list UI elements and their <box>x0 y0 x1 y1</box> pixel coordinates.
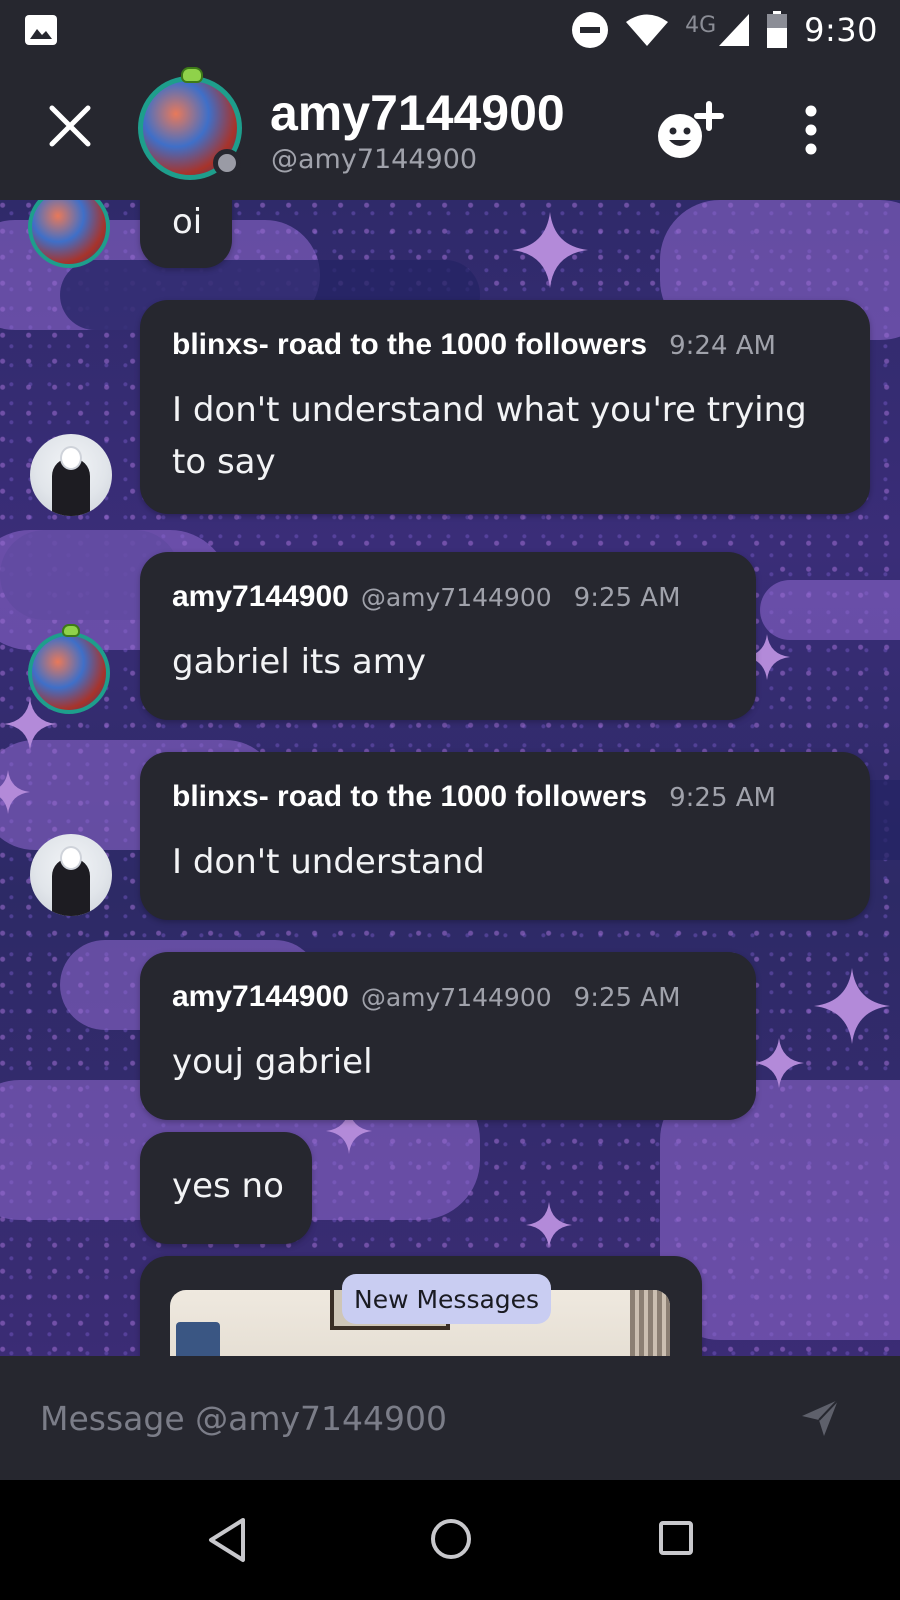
message-text: youj gabriel <box>172 1042 373 1082</box>
contact-name[interactable]: amy7144900 <box>270 84 565 142</box>
battery-icon <box>767 11 788 48</box>
message-meta: amy7144900 @amy7144900 9:25 AM <box>172 980 681 1014</box>
message-author[interactable]: blinxs- road to the 1000 followers <box>172 328 647 362</box>
signal-icon <box>719 14 750 46</box>
message-meta: amy7144900 @amy7144900 9:25 AM <box>172 580 681 614</box>
message-composer <box>0 1356 900 1480</box>
frog-decoration-icon <box>181 67 203 83</box>
sparkle-icon <box>526 1202 572 1248</box>
recents-icon[interactable] <box>658 1520 694 1556</box>
message-author[interactable]: blinxs- road to the 1000 followers <box>172 780 647 814</box>
status-time: 9:30 <box>804 11 878 49</box>
message-author-handle: @amy7144900 <box>360 983 552 1012</box>
sparkle-icon <box>814 968 890 1044</box>
avatar-blinxs[interactable] <box>30 434 112 516</box>
back-icon[interactable] <box>205 1516 249 1564</box>
do-not-disturb-icon <box>572 12 609 48</box>
sparkle-icon <box>512 212 588 288</box>
message-bubble[interactable]: oi <box>140 200 232 268</box>
message-author[interactable]: amy7144900 <box>172 580 349 614</box>
message-text: gabriel its amy <box>172 642 426 682</box>
contact-avatar[interactable] <box>138 67 242 180</box>
message-text-line: I don't understand what you're trying <box>172 390 807 430</box>
avatar-amy[interactable] <box>28 624 110 714</box>
message-bubble[interactable]: amy7144900 @amy7144900 9:25 AM gabriel i… <box>140 552 756 720</box>
send-icon[interactable] <box>800 1398 840 1438</box>
message-timestamp: 9:25 AM <box>669 783 776 813</box>
message-bubble[interactable]: blinxs- road to the 1000 followers 9:24 … <box>140 300 870 514</box>
sparkle-icon <box>0 770 30 814</box>
network-type-label: 4G <box>685 13 717 38</box>
new-messages-pill[interactable]: New Messages <box>342 1274 552 1324</box>
message-meta: blinxs- road to the 1000 followers 9:24 … <box>172 328 776 362</box>
avatar-blinxs[interactable] <box>30 834 112 916</box>
sparkle-icon <box>754 1038 804 1088</box>
message-timestamp: 9:25 AM <box>573 583 681 613</box>
attachment-blinds <box>630 1290 670 1356</box>
presence-status-indicator <box>213 149 241 177</box>
chat-header: amy7144900 @amy7144900 <box>0 60 900 200</box>
system-navigation-bar <box>0 1480 900 1600</box>
wifi-icon <box>626 14 669 46</box>
message-meta: blinxs- road to the 1000 followers 9:25 … <box>172 780 776 814</box>
message-timestamp: 9:25 AM <box>573 983 681 1013</box>
message-bubble[interactable]: amy7144900 @amy7144900 9:25 AM youj gabr… <box>140 952 756 1120</box>
message-bubble[interactable]: yes no <box>140 1132 312 1244</box>
message-text-line: to say <box>172 442 276 482</box>
add-friend-icon[interactable] <box>654 98 724 162</box>
contact-handle: @amy7144900 <box>271 144 478 175</box>
home-icon[interactable] <box>430 1518 472 1560</box>
message-timestamp: 9:24 AM <box>669 331 776 361</box>
message-text: I don't understand <box>172 842 485 882</box>
status-bar: 4G 9:30 <box>0 0 900 60</box>
more-options-icon[interactable] <box>796 104 826 156</box>
message-author-handle: @amy7144900 <box>360 583 552 612</box>
message-text: I don't understand what you're trying to… <box>172 384 807 488</box>
message-input[interactable] <box>40 1356 760 1480</box>
message-bubble[interactable]: blinxs- road to the 1000 followers 9:25 … <box>140 752 870 920</box>
avatar-mask <box>60 446 82 470</box>
avatar-mask <box>60 846 82 870</box>
image-icon <box>25 15 57 45</box>
attachment-clock <box>176 1322 220 1356</box>
close-icon[interactable] <box>44 100 96 152</box>
message-text: yes no <box>172 1166 284 1206</box>
background-cloud <box>760 580 900 640</box>
message-list[interactable]: oi blinxs- road to the 1000 followers 9:… <box>0 200 900 1356</box>
frog-decoration-icon <box>62 624 80 637</box>
message-text: oi <box>172 202 203 242</box>
message-author[interactable]: amy7144900 <box>172 980 349 1014</box>
